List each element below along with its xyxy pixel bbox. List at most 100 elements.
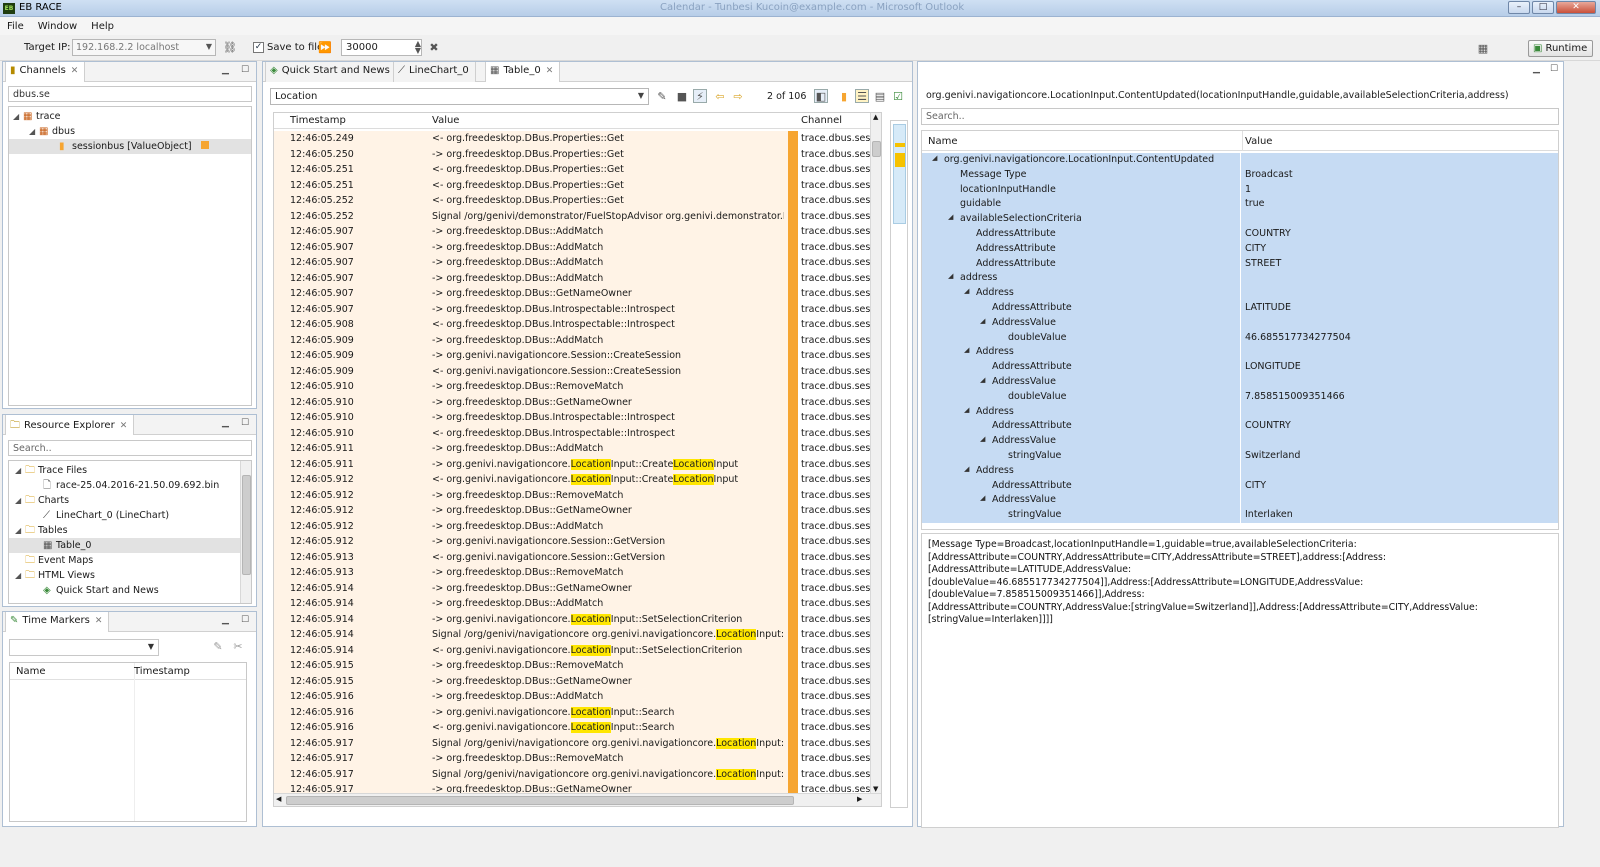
column-header-channel[interactable]: Channel xyxy=(801,115,842,126)
collapse-icon[interactable]: ◢ xyxy=(13,109,23,124)
target-ip-combo[interactable]: 192.168.2.2 localhost ▼ xyxy=(72,39,216,56)
property-row[interactable]: ◢ AddressValue xyxy=(922,493,1558,509)
property-row[interactable]: Message Type Broadcast xyxy=(922,167,1558,183)
property-row[interactable]: ◢ Address xyxy=(922,286,1558,302)
collapse-icon[interactable]: ◢ xyxy=(15,568,25,583)
stepper-icon[interactable]: ▲ ▼ xyxy=(411,40,425,55)
property-row[interactable]: ◢ Address xyxy=(922,404,1558,420)
bookmark-icon[interactable]: ☰ xyxy=(855,89,869,103)
menu-help[interactable]: Help xyxy=(84,21,121,32)
table-row[interactable]: 12:46:05.917 Signal /org/genivi/navigatio… xyxy=(274,735,870,751)
property-row[interactable]: ◢ AddressValue xyxy=(922,434,1558,450)
table-row[interactable]: 12:46:05.911 -> org.freedesktop.DBus::Add… xyxy=(274,441,870,457)
property-row[interactable]: stringValue Interlaken xyxy=(922,508,1558,524)
table-row[interactable]: 12:46:05.907 -> org.freedesktop.DBus.Intr… xyxy=(274,301,870,317)
scrollbar-thumb[interactable] xyxy=(242,475,251,575)
property-row[interactable]: AddressAttribute LATITUDE xyxy=(922,301,1558,316)
menu-window[interactable]: Window xyxy=(31,21,84,32)
table-row[interactable]: 12:46:05.913 <- org.genivi.navigationcore… xyxy=(274,549,870,565)
table-row[interactable]: 12:46:05.907 -> org.freedesktop.DBus::Add… xyxy=(274,224,870,240)
table-row[interactable]: 12:46:05.910 <- org.freedesktop.DBus.Intr… xyxy=(274,425,870,441)
property-row[interactable]: ◢ org.genivi.navigationcore.LocationInput… xyxy=(922,153,1558,168)
buffer-size-field[interactable]: 30000 xyxy=(341,39,422,56)
table-row[interactable]: 12:46:05.907 -> org.freedesktop.DBus::Add… xyxy=(274,239,870,255)
table-row[interactable]: 12:46:05.907 -> org.freedesktop.DBus::Add… xyxy=(274,255,870,271)
table-row[interactable]: 12:46:05.909 -> org.freedesktop.DBus::Add… xyxy=(274,332,870,348)
perspective-icon[interactable]: ▦ xyxy=(1476,42,1490,56)
overview-match-marker[interactable] xyxy=(895,143,905,147)
table-row[interactable]: 12:46:05.912 -> org.freedesktop.DBus::Rem… xyxy=(274,487,870,503)
table-row[interactable]: 12:46:05.916 -> org.freedesktop.DBus::Add… xyxy=(274,689,870,705)
column-header-timestamp[interactable]: Timestamp xyxy=(290,115,346,126)
table-row[interactable]: 12:46:05.915 -> org.freedesktop.DBus::Rem… xyxy=(274,658,870,674)
table-row[interactable]: 12:46:05.252 Signal /org/genivi/demonstra… xyxy=(274,208,870,224)
table-row[interactable]: 12:46:05.915 -> org.freedesktop.DBus::Get… xyxy=(274,673,870,689)
tree-item-sessionbus[interactable]: ▮ sessionbus [ValueObject] xyxy=(9,139,251,154)
close-icon[interactable]: ✕ xyxy=(1556,1,1596,14)
remove-marker-icon[interactable]: ✂ xyxy=(231,640,245,654)
chevron-down-icon[interactable]: ▼ xyxy=(206,42,212,51)
minimize-icon[interactable]: – xyxy=(1508,1,1530,14)
property-row[interactable]: AddressAttribute CITY xyxy=(922,478,1558,494)
scroll-left-icon[interactable]: ◀ xyxy=(276,795,281,803)
expand-icon[interactable]: ◢ xyxy=(964,406,969,414)
tab-channels[interactable]: ▮ Channels ✕ xyxy=(5,62,86,82)
resource-search-input[interactable]: Search.. xyxy=(8,440,252,456)
expand-icon[interactable]: ◢ xyxy=(964,346,969,354)
column-header-value[interactable]: Value xyxy=(1245,136,1272,147)
next-match-icon[interactable]: ⇨ xyxy=(731,90,745,104)
tab-table-0[interactable]: ▦ Table_0 ✕ xyxy=(485,62,561,82)
tree-item-trace[interactable]: ◢ ▦ trace xyxy=(9,109,251,124)
table-row[interactable]: 12:46:05.914 -> org.genivi.navigationcore… xyxy=(274,611,870,627)
runtime-perspective-button[interactable]: ▣ Runtime xyxy=(1528,40,1593,57)
close-icon[interactable]: ✕ xyxy=(71,66,79,76)
time-marker-combo[interactable]: ▼ xyxy=(9,639,159,656)
property-row[interactable]: ◢ Address xyxy=(922,345,1558,361)
maximize-icon[interactable]: ☐ xyxy=(241,615,249,625)
table-row[interactable]: 12:46:05.909 <- org.genivi.navigationcore… xyxy=(274,363,870,379)
property-row[interactable]: AddressAttribute COUNTRY xyxy=(922,227,1558,242)
property-row[interactable]: doubleValue 46.685517734277504 xyxy=(922,330,1558,346)
table-row[interactable]: 12:46:05.910 -> org.freedesktop.DBus.Intr… xyxy=(274,410,870,426)
match-overview-ruler[interactable] xyxy=(890,120,908,808)
horizontal-scrollbar[interactable]: ◀ ▶ xyxy=(274,793,881,806)
minimize-icon[interactable]: ▁ xyxy=(1533,64,1540,74)
table-row[interactable]: 12:46:05.908 <- org.freedesktop.DBus.Intr… xyxy=(274,317,870,333)
minimize-icon[interactable]: ▁ xyxy=(222,65,229,75)
collapse-icon[interactable]: ◢ xyxy=(15,493,25,508)
collapse-icon[interactable]: ◢ xyxy=(15,523,25,538)
tree-item-quick-start[interactable]: ◈ Quick Start and News xyxy=(9,583,251,598)
detail-search-input[interactable]: Search.. xyxy=(921,108,1559,125)
tree-item-trace-file[interactable]: 🗋 race-25.04.2016-21.50.09.692.bin xyxy=(9,478,251,493)
tree-item-trace-files[interactable]: ◢ 🗀 Trace Files xyxy=(9,463,251,478)
property-row[interactable]: ◢ AddressValue xyxy=(922,375,1558,390)
save-to-file-checkbox[interactable]: ✓ xyxy=(253,42,264,53)
maximize-icon[interactable]: ☐ xyxy=(241,418,249,428)
close-icon[interactable]: ✕ xyxy=(95,616,103,626)
maximize-icon[interactable]: ☐ xyxy=(241,65,249,75)
property-row[interactable]: locationInputHandle 1 xyxy=(922,182,1558,198)
table-row[interactable]: 12:46:05.252 <- org.freedesktop.DBus.Prop… xyxy=(274,193,870,209)
collapse-icon[interactable]: ◢ xyxy=(29,124,39,139)
maximize-icon[interactable]: □ xyxy=(1532,1,1554,14)
table-row[interactable]: 12:46:05.912 -> org.freedesktop.DBus::Add… xyxy=(274,518,870,534)
export-icon[interactable]: ☑ xyxy=(891,90,905,104)
table-row[interactable]: 12:46:05.912 -> org.genivi.navigationcore… xyxy=(274,534,870,550)
table-row[interactable]: 12:46:05.250 -> org.freedesktop.DBus.Prop… xyxy=(274,146,870,162)
filter-mode-icon[interactable]: ⚡ xyxy=(693,89,707,103)
expand-icon[interactable]: ◢ xyxy=(980,435,985,443)
table-row[interactable]: 12:46:05.907 -> org.freedesktop.DBus::Get… xyxy=(274,286,870,302)
scrollbar-thumb[interactable] xyxy=(872,141,881,157)
table-row[interactable]: 12:46:05.914 -> org.freedesktop.DBus::Add… xyxy=(274,596,870,612)
tree-item-dbus[interactable]: ◢ ▦ dbus xyxy=(9,124,251,139)
property-row[interactable]: ◢ Address xyxy=(922,463,1558,479)
table-row[interactable]: 12:46:05.913 -> org.freedesktop.DBus::Rem… xyxy=(274,565,870,581)
table-row[interactable]: 12:46:05.909 -> org.genivi.navigationcore… xyxy=(274,348,870,364)
vertical-scrollbar[interactable] xyxy=(240,461,251,603)
scrollbar-thumb[interactable] xyxy=(286,796,794,805)
column-header-timestamp[interactable]: Timestamp xyxy=(134,666,190,677)
channel-filter-input[interactable]: dbus.se xyxy=(8,86,252,102)
tree-item-html-views[interactable]: ◢ 🗀 HTML Views xyxy=(9,568,251,583)
tab-resource-explorer[interactable]: 🗀 Resource Explorer ✕ xyxy=(5,415,135,435)
property-row[interactable]: doubleValue 7.858515009351466 xyxy=(922,389,1558,405)
